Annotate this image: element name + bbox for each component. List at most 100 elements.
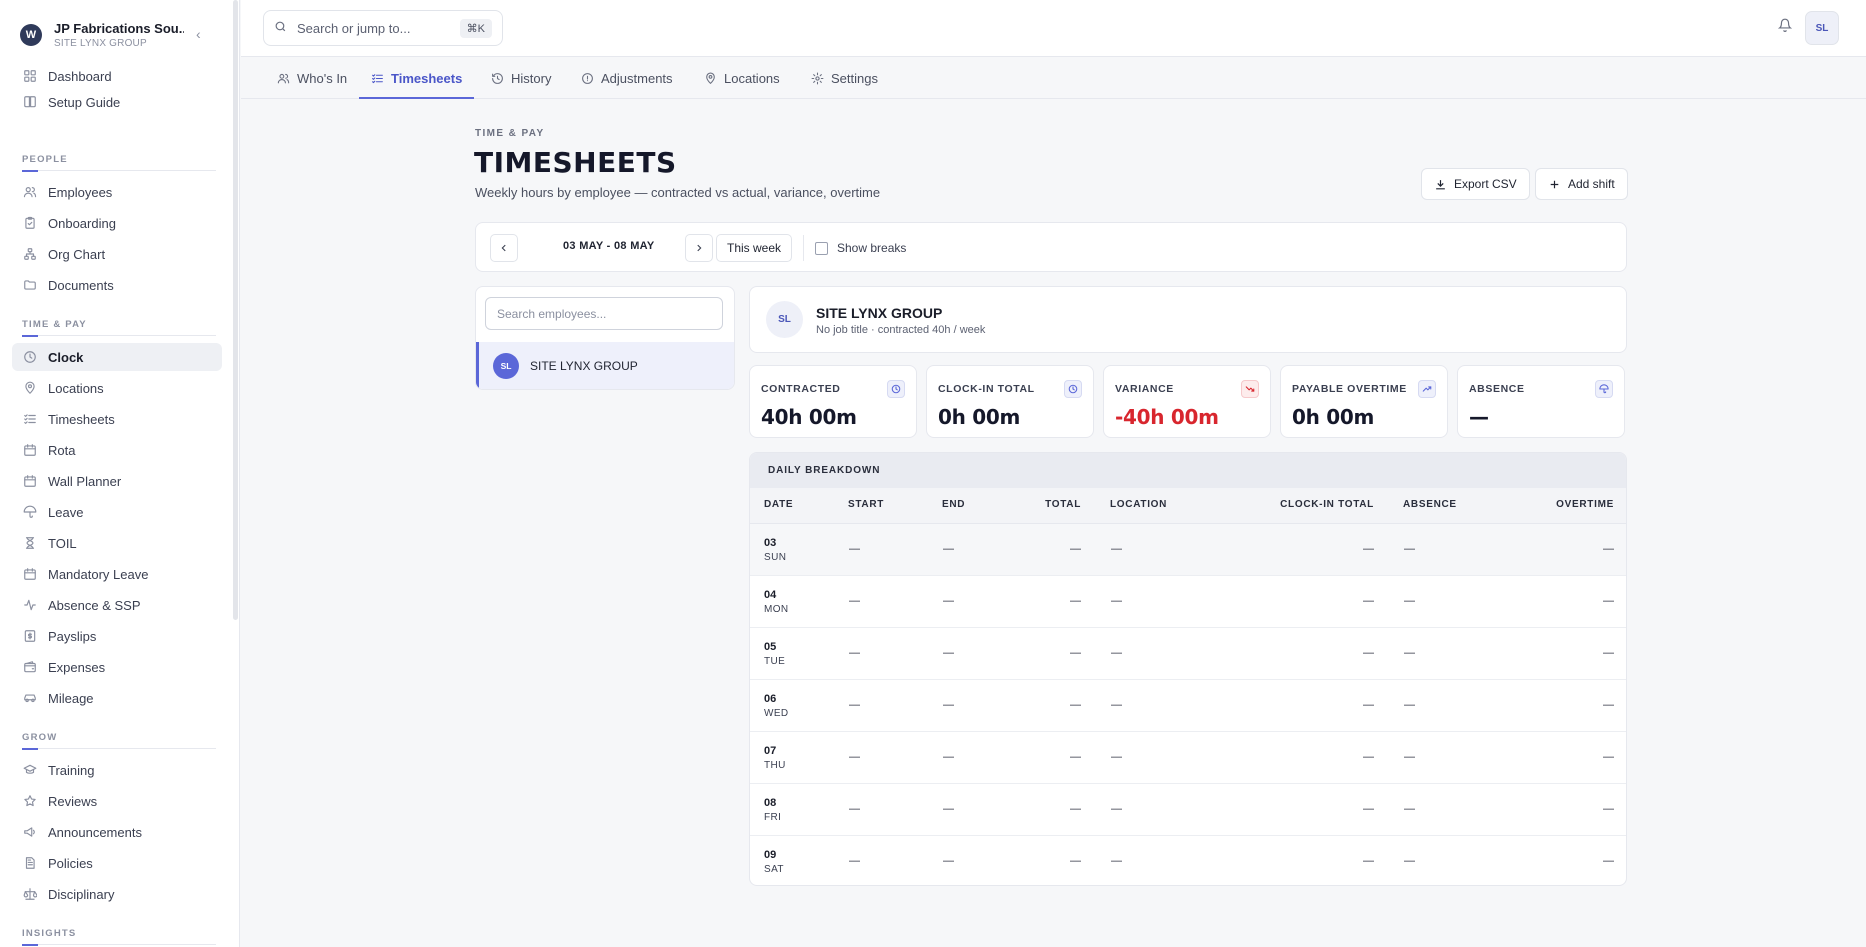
employee-list-panel: SL SITE LYNX GROUP — [475, 286, 735, 390]
collapse-sidebar-icon[interactable]: ‹ — [196, 26, 201, 42]
sidebar-item-label: Reviews — [48, 793, 98, 809]
sidebar-item-setup-guide[interactable]: Setup Guide — [12, 88, 222, 116]
sidebar-item-onboarding[interactable]: Onboarding — [12, 209, 222, 237]
week-range: 03 MAY - 08 MAY — [563, 240, 655, 252]
tab-who-s-in[interactable]: Who's In — [277, 58, 347, 98]
sidebar-item-label: Timesheets — [48, 411, 115, 427]
stat-value: 0h 00m — [1292, 405, 1374, 429]
column-header-end[interactable]: END — [942, 499, 965, 510]
cell-total: — — [1070, 855, 1081, 867]
sidebar-item-reviews[interactable]: Reviews — [12, 787, 222, 815]
table-row[interactable]: 08 FRI — — — — — — — — [750, 784, 1626, 836]
calendar-icon — [22, 473, 38, 489]
cell-location: — — [1111, 699, 1122, 711]
sidebar-item-mileage[interactable]: Mileage — [12, 684, 222, 712]
sidebar-item-org-chart[interactable]: Org Chart — [12, 240, 222, 268]
history-icon — [491, 72, 511, 85]
tab-timesheets[interactable]: Timesheets — [358, 58, 475, 99]
section-divider — [22, 170, 216, 172]
column-header-clock-in-total[interactable]: CLOCK-IN TOTAL — [1280, 499, 1374, 510]
employee-list-item[interactable]: SL SITE LYNX GROUP — [476, 342, 734, 389]
sidebar-item-training[interactable]: Training — [12, 756, 222, 784]
sidebar-item-expenses[interactable]: Expenses — [12, 653, 222, 681]
column-header-location[interactable]: LOCATION — [1110, 499, 1167, 510]
cell-overtime: — — [1603, 803, 1614, 815]
table-row[interactable]: 04 MON — — — — — — — — [750, 576, 1626, 628]
chevron-left-icon — [501, 244, 506, 252]
sidebar-scrollbar[interactable] — [233, 0, 238, 620]
org-switcher[interactable]: W JP Fabrications Sou... SITE LYNX GROUP — [20, 18, 220, 52]
row-weekday: SAT — [764, 864, 784, 875]
sidebar-item-rota[interactable]: Rota — [12, 436, 222, 464]
stat-label: CONTRACTED — [761, 383, 841, 395]
sidebar-item-mandatory-leave[interactable]: Mandatory Leave — [12, 560, 222, 588]
calendar-icon — [22, 442, 38, 458]
sidebar-item-label: Training — [48, 762, 95, 778]
previous-week-button[interactable] — [490, 234, 518, 262]
cell-total: — — [1070, 647, 1081, 659]
sidebar-item-disciplinary[interactable]: Disciplinary — [12, 880, 222, 908]
cell-end: — — [943, 543, 954, 555]
export-csv-button[interactable]: Export CSV — [1421, 168, 1530, 200]
column-header-total[interactable]: TOTAL — [1045, 499, 1081, 510]
next-week-button[interactable] — [685, 234, 713, 262]
sidebar-item-leave[interactable]: Leave — [12, 498, 222, 526]
table-row[interactable]: 09 SAT — — — — — — — — [750, 836, 1626, 885]
folder-icon — [22, 277, 38, 293]
sidebar-item-toil[interactable]: TOIL — [12, 529, 222, 557]
sidebar-item-locations[interactable]: Locations — [12, 374, 222, 402]
cell-absence: — — [1404, 543, 1415, 555]
column-header-start[interactable]: START — [848, 499, 884, 510]
user-avatar[interactable]: SL — [1805, 11, 1839, 45]
stat-label: VARIANCE — [1115, 383, 1174, 395]
table-header: DATE START END TOTAL LOCATION CLOCK-IN TOTAL A… — [750, 488, 1626, 524]
cell-clockin: — — [1363, 751, 1374, 763]
employee-search-input[interactable] — [485, 297, 723, 330]
section-divider — [22, 944, 216, 946]
column-header-overtime[interactable]: OVERTIME — [1556, 499, 1614, 510]
this-week-button[interactable]: This week — [716, 234, 793, 262]
cell-end: — — [943, 855, 954, 867]
notifications-bell-icon[interactable] — [1777, 18, 1793, 37]
show-breaks-label[interactable]: Show breaks — [837, 241, 906, 255]
tab-history[interactable]: History — [491, 58, 551, 98]
sidebar-item-announcements[interactable]: Announcements — [12, 818, 222, 846]
page-title: TIMESHEETS — [474, 146, 677, 179]
plus-icon — [1550, 180, 1559, 188]
selected-employee-card: SL SITE LYNX GROUP No job title · contra… — [749, 286, 1627, 353]
sidebar-item-label: Onboarding — [48, 215, 116, 231]
sidebar-item-label: Mandatory Leave — [48, 566, 149, 582]
sidebar-item-payslips[interactable]: Payslips — [12, 622, 222, 650]
table-row[interactable]: 05 TUE — — — — — — — — [750, 628, 1626, 680]
table-row[interactable]: 07 THU — — — — — — — — [750, 732, 1626, 784]
row-date: 09 — [764, 849, 777, 861]
tab-settings[interactable]: Settings — [811, 58, 878, 98]
add-shift-button[interactable]: Add shift — [1535, 168, 1628, 200]
table-row[interactable]: 06 WED — — — — — — — — [750, 680, 1626, 732]
employee-avatar: SL — [493, 353, 519, 379]
cell-clockin: — — [1363, 647, 1374, 659]
sidebar-item-employees[interactable]: Employees — [12, 178, 222, 206]
global-search[interactable]: Search or jump to... ⌘K — [263, 10, 503, 46]
sidebar-item-clock[interactable]: Clock — [12, 343, 222, 371]
divider — [803, 235, 804, 261]
trending-down-icon — [1241, 380, 1259, 398]
tab-locations[interactable]: Locations — [704, 58, 780, 98]
sidebar-item-absence-and-ssp[interactable]: Absence & SSP — [12, 591, 222, 619]
sidebar-item-wall-planner[interactable]: Wall Planner — [12, 467, 222, 495]
column-header-absence[interactable]: ABSENCE — [1403, 499, 1457, 510]
sidebar-item-timesheets[interactable]: Timesheets — [12, 405, 222, 433]
sidebar-item-label: Leave — [48, 504, 84, 520]
sidebar-item-label: Payslips — [48, 628, 97, 644]
tab-label: Who's In — [297, 70, 348, 86]
sidebar-item-policies[interactable]: Policies — [12, 849, 222, 877]
sidebar-item-label: Employees — [48, 184, 113, 200]
tab-adjustments[interactable]: Adjustments — [581, 58, 673, 98]
sidebar-item-dashboard[interactable]: Dashboard — [12, 62, 222, 90]
row-weekday: MON — [764, 604, 789, 615]
sidebar-item-documents[interactable]: Documents — [12, 271, 222, 299]
show-breaks-checkbox[interactable] — [815, 242, 828, 255]
column-header-date[interactable]: DATE — [764, 499, 793, 510]
table-row[interactable]: 03 SUN — — — — — — — — [750, 524, 1626, 576]
employee-name: SITE LYNX GROUP — [530, 359, 638, 373]
